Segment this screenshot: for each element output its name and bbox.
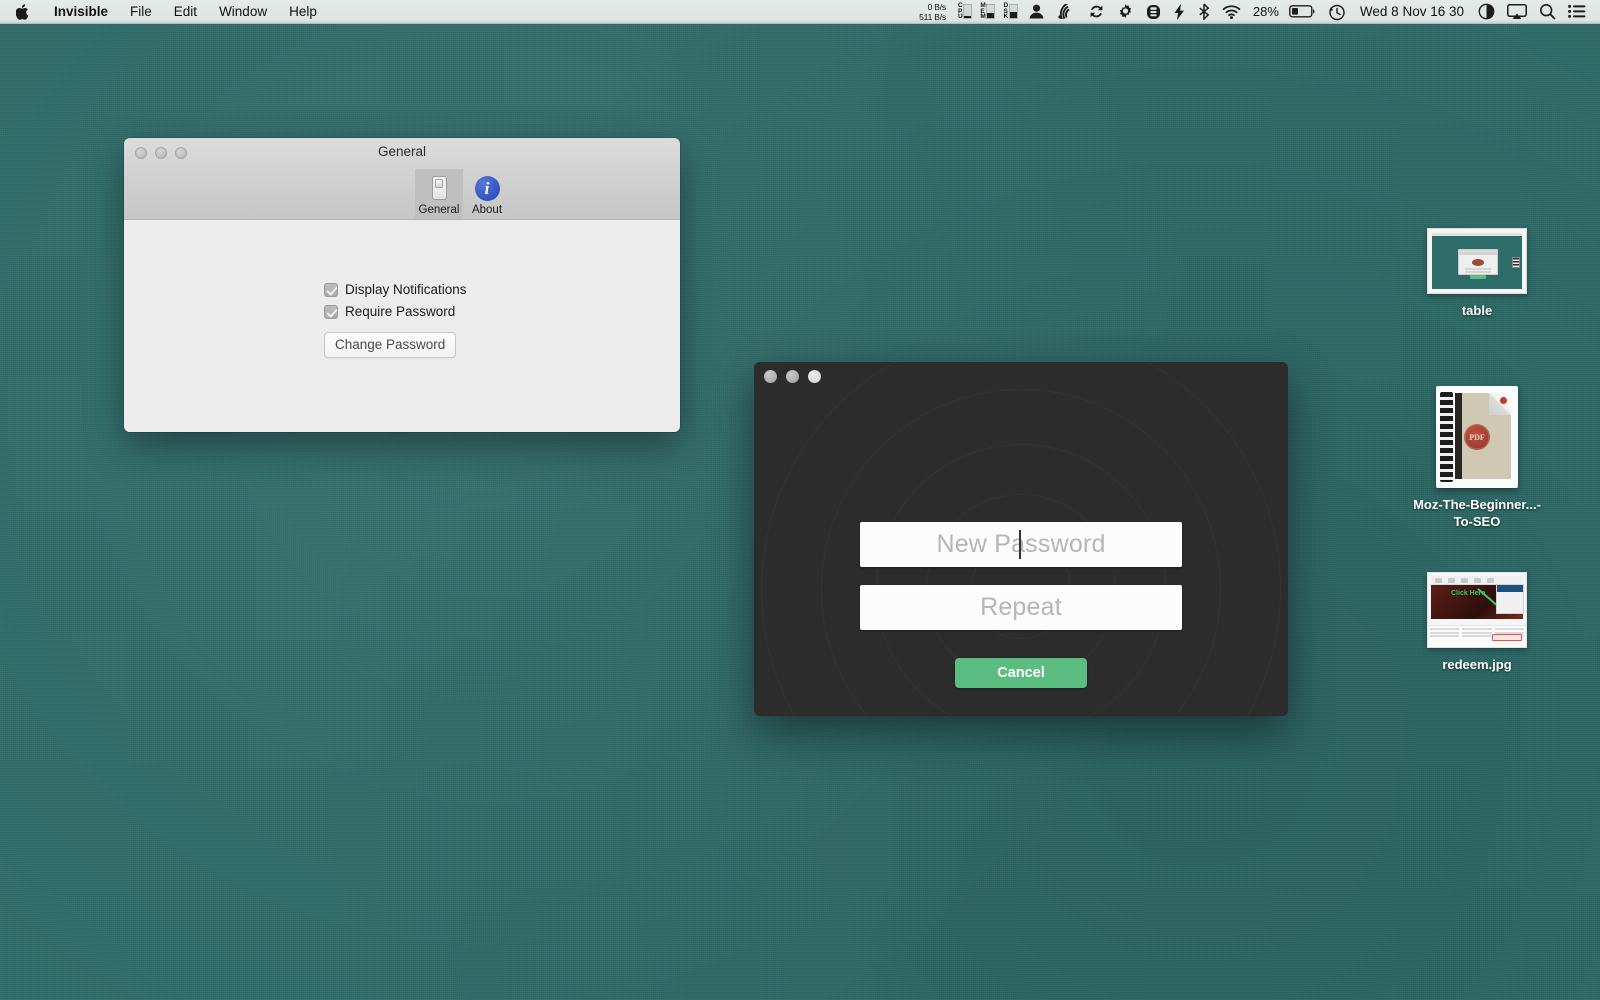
prefs-content-area: Display Notifications Require Password C… <box>124 220 680 432</box>
user-icon[interactable] <box>1022 0 1051 23</box>
menu-bar-clock[interactable]: Wed 8 Nov 16 30 <box>1352 4 1472 19</box>
window-title: General <box>124 144 680 159</box>
gear-icon[interactable] <box>1111 0 1140 23</box>
desktop-icon-redeem-label: redeem.jpg <box>1442 656 1511 673</box>
toolbar-item-general[interactable]: General <box>415 169 463 219</box>
require-password-checkbox[interactable] <box>324 305 338 319</box>
desktop-icon-redeem[interactable]: Click Here redeem.jpg <box>1402 572 1552 673</box>
desktop-icon-table-label: table <box>1462 302 1492 319</box>
magnet-icon[interactable] <box>1140 0 1167 23</box>
repeat-password-placeholder: Repeat <box>980 593 1062 622</box>
prefs-title-bar[interactable]: General General i About <box>124 138 680 220</box>
change-password-dialog[interactable]: New Password Repeat Cancel <box>754 362 1288 716</box>
notification-center-icon[interactable] <box>1562 0 1592 23</box>
battery-percent-label[interactable]: 28% <box>1247 4 1283 19</box>
mem-meter-label: MEM <box>980 3 985 20</box>
menu-bar-left: Invisible File Edit Window Help <box>0 0 328 23</box>
dsk-meter[interactable]: DSK <box>999 0 1021 23</box>
menu-item-edit[interactable]: Edit <box>163 0 208 23</box>
menu-app-name[interactable]: Invisible <box>43 0 119 23</box>
text-caret <box>1019 530 1021 559</box>
desktop[interactable]: Invisible File Edit Window Help 0 B/s 51… <box>0 0 1600 1000</box>
screenshot-thumbnail-icon <box>1427 228 1527 294</box>
prefs-toolbar: General i About <box>124 169 680 219</box>
bluetooth-icon[interactable] <box>1192 0 1216 23</box>
sync-icon[interactable] <box>1082 0 1111 23</box>
network-rate-indicator[interactable]: 0 B/s 511 B/s <box>915 2 954 22</box>
change-password-button[interactable]: Change Password <box>324 332 456 358</box>
wifi-icon[interactable] <box>1216 0 1247 23</box>
checkbox-row-require-password[interactable]: Require Password <box>324 304 680 319</box>
battery-icon[interactable] <box>1283 0 1321 23</box>
dialog-minimize-button[interactable] <box>786 370 799 383</box>
mem-meter[interactable]: MEM <box>976 0 999 23</box>
checkbox-row-display-notifications[interactable]: Display Notifications <box>324 282 680 297</box>
pdf-document-icon: PDF <box>1436 386 1518 488</box>
new-password-input[interactable]: New Password <box>860 522 1182 567</box>
search-icon[interactable] <box>1533 0 1562 23</box>
desktop-icon-moz-pdf[interactable]: PDF Moz-The-Beginner...-To-SEO <box>1402 386 1552 530</box>
require-password-label: Require Password <box>345 304 455 319</box>
display-notifications-checkbox[interactable] <box>324 283 338 297</box>
image-thumbnail-icon: Click Here <box>1427 572 1527 648</box>
menu-item-file[interactable]: File <box>119 0 163 23</box>
repeat-password-input[interactable]: Repeat <box>860 585 1182 630</box>
menu-bar-status-area: 0 B/s 511 B/s CPU MEM DSK <box>915 0 1600 23</box>
toolbar-item-about-label: About <box>472 204 502 217</box>
mem-meter-bar <box>986 4 995 19</box>
network-download-rate: 511 B/s <box>919 12 946 22</box>
desktop-icon-table[interactable]: table <box>1402 228 1552 319</box>
wifi-signal-icon[interactable] <box>1051 0 1082 23</box>
pdf-seal-label: PDF <box>1464 424 1490 450</box>
contrast-icon[interactable] <box>1472 0 1501 23</box>
flash-icon[interactable] <box>1167 0 1192 23</box>
dialog-traffic-lights <box>764 370 821 383</box>
password-form: New Password Repeat Cancel <box>754 362 1288 716</box>
cpu-meter[interactable]: CPU <box>954 0 976 23</box>
clock-back-icon[interactable] <box>1321 0 1352 23</box>
display-notifications-label: Display Notifications <box>345 282 467 297</box>
cancel-button[interactable]: Cancel <box>955 658 1087 688</box>
dsk-meter-label: DSK <box>1003 3 1007 20</box>
apple-menu-icon[interactable] <box>0 0 43 23</box>
toolbar-item-general-label: General <box>419 204 460 217</box>
menu-bar: Invisible File Edit Window Help 0 B/s 51… <box>0 0 1600 24</box>
dialog-zoom-button[interactable] <box>808 370 821 383</box>
menu-item-help[interactable]: Help <box>278 0 328 23</box>
desktop-icon-moz-pdf-label: Moz-The-Beginner...-To-SEO <box>1404 496 1550 530</box>
new-password-placeholder: New Password <box>936 530 1105 559</box>
toolbar-item-about[interactable]: i About <box>463 169 511 219</box>
cpu-meter-bar <box>963 4 972 19</box>
info-circle-icon: i <box>475 173 500 203</box>
toggle-switch-icon <box>432 173 447 203</box>
dsk-meter-bar <box>1009 4 1018 19</box>
airplay-icon[interactable] <box>1501 0 1533 23</box>
cpu-meter-label: CPU <box>958 3 962 20</box>
general-preferences-window[interactable]: General General i About D <box>124 138 680 432</box>
dialog-close-button[interactable] <box>764 370 777 383</box>
menu-item-window[interactable]: Window <box>208 0 278 23</box>
network-upload-rate: 0 B/s <box>919 2 946 12</box>
